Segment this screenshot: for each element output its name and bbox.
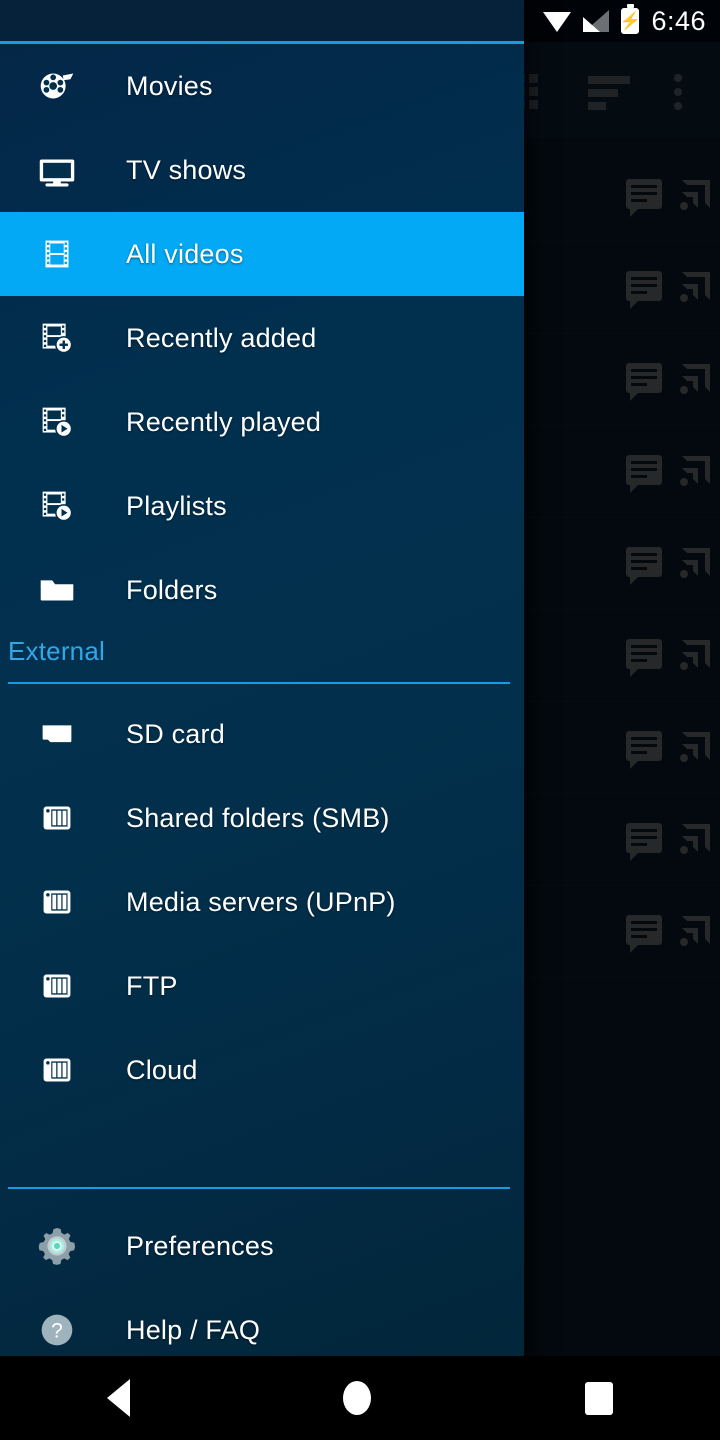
drawer-item-label: Movies (126, 71, 213, 102)
drawer-item-label: Shared folders (SMB) (126, 803, 390, 834)
drawer-item-media-servers-upnp[interactable]: Media servers (UPnP) (0, 860, 524, 944)
home-circle-icon[interactable] (343, 1381, 371, 1415)
drawer-item-preferences[interactable]: Preferences (0, 1204, 524, 1288)
drawer-item-recently-played[interactable]: Recently played (0, 380, 524, 464)
drawer-item-label: TV shows (126, 155, 246, 186)
drawer-item-ftp[interactable]: FTP (0, 944, 524, 1028)
help-question-icon: ? (26, 1307, 88, 1353)
drawer-item-label: Recently played (126, 407, 321, 438)
drawer-spacer (0, 1112, 524, 1174)
drawer-item-all-videos[interactable]: All videos (0, 212, 524, 296)
drawer-footer-divider (0, 1174, 524, 1204)
nas-server-icon (26, 795, 88, 841)
drawer-item-label: Recently added (126, 323, 316, 354)
television-icon (26, 147, 88, 193)
filmstrip-plus-icon (26, 315, 88, 361)
drawer-item-sd-card[interactable]: SD card (0, 692, 524, 776)
drawer-section-label: External (8, 636, 105, 667)
sd-card-icon (26, 711, 88, 757)
drawer-item-label: Folders (126, 575, 217, 606)
drawer-item-label: FTP (126, 971, 178, 1002)
drawer-section-divider (8, 682, 510, 684)
drawer-item-tv-shows[interactable]: TV shows (0, 128, 524, 212)
drawer-item-label: Preferences (126, 1231, 274, 1262)
drawer-section-external: External (0, 632, 524, 692)
back-triangle-icon[interactable] (107, 1379, 130, 1417)
nas-server-icon (26, 963, 88, 1009)
drawer-item-movies[interactable]: Movies (0, 44, 524, 128)
film-reel-icon (26, 63, 88, 109)
drawer-item-shared-folders-smb[interactable]: Shared folders (SMB) (0, 776, 524, 860)
drawer-item-label: Playlists (126, 491, 227, 522)
drawer-item-folders[interactable]: Folders (0, 548, 524, 632)
drawer-menu-list: Movies TV shows All videos Recently added Re… (0, 44, 524, 1372)
gear-icon (26, 1223, 88, 1269)
drawer-item-label: Help / FAQ (126, 1315, 260, 1346)
navigation-drawer: Movies TV shows All videos Recently added Re… (0, 0, 524, 1380)
drawer-item-label: SD card (126, 719, 225, 750)
system-navigation-bar (0, 1356, 720, 1440)
drawer-item-playlists[interactable]: Playlists (0, 464, 524, 548)
drawer-header (0, 0, 524, 41)
recents-square-icon[interactable] (585, 1382, 613, 1415)
svg-text:?: ? (51, 1320, 63, 1343)
drawer-item-label: Cloud (126, 1055, 198, 1086)
filmstrip-icon (26, 231, 88, 277)
phone-screen: bershopa ⚡ 6:46 MoviesTV showsAll videos… (0, 0, 720, 1440)
nas-server-icon (26, 879, 88, 925)
drawer-item-label: All videos (126, 239, 244, 270)
nas-server-icon (26, 1047, 88, 1093)
drawer-item-cloud[interactable]: Cloud (0, 1028, 524, 1112)
filmstrip-play-icon (26, 399, 88, 445)
folder-icon (26, 567, 88, 613)
drawer-item-label: Media servers (UPnP) (126, 887, 396, 918)
drawer-item-recently-added[interactable]: Recently added (0, 296, 524, 380)
filmstrip-play-icon (26, 483, 88, 529)
